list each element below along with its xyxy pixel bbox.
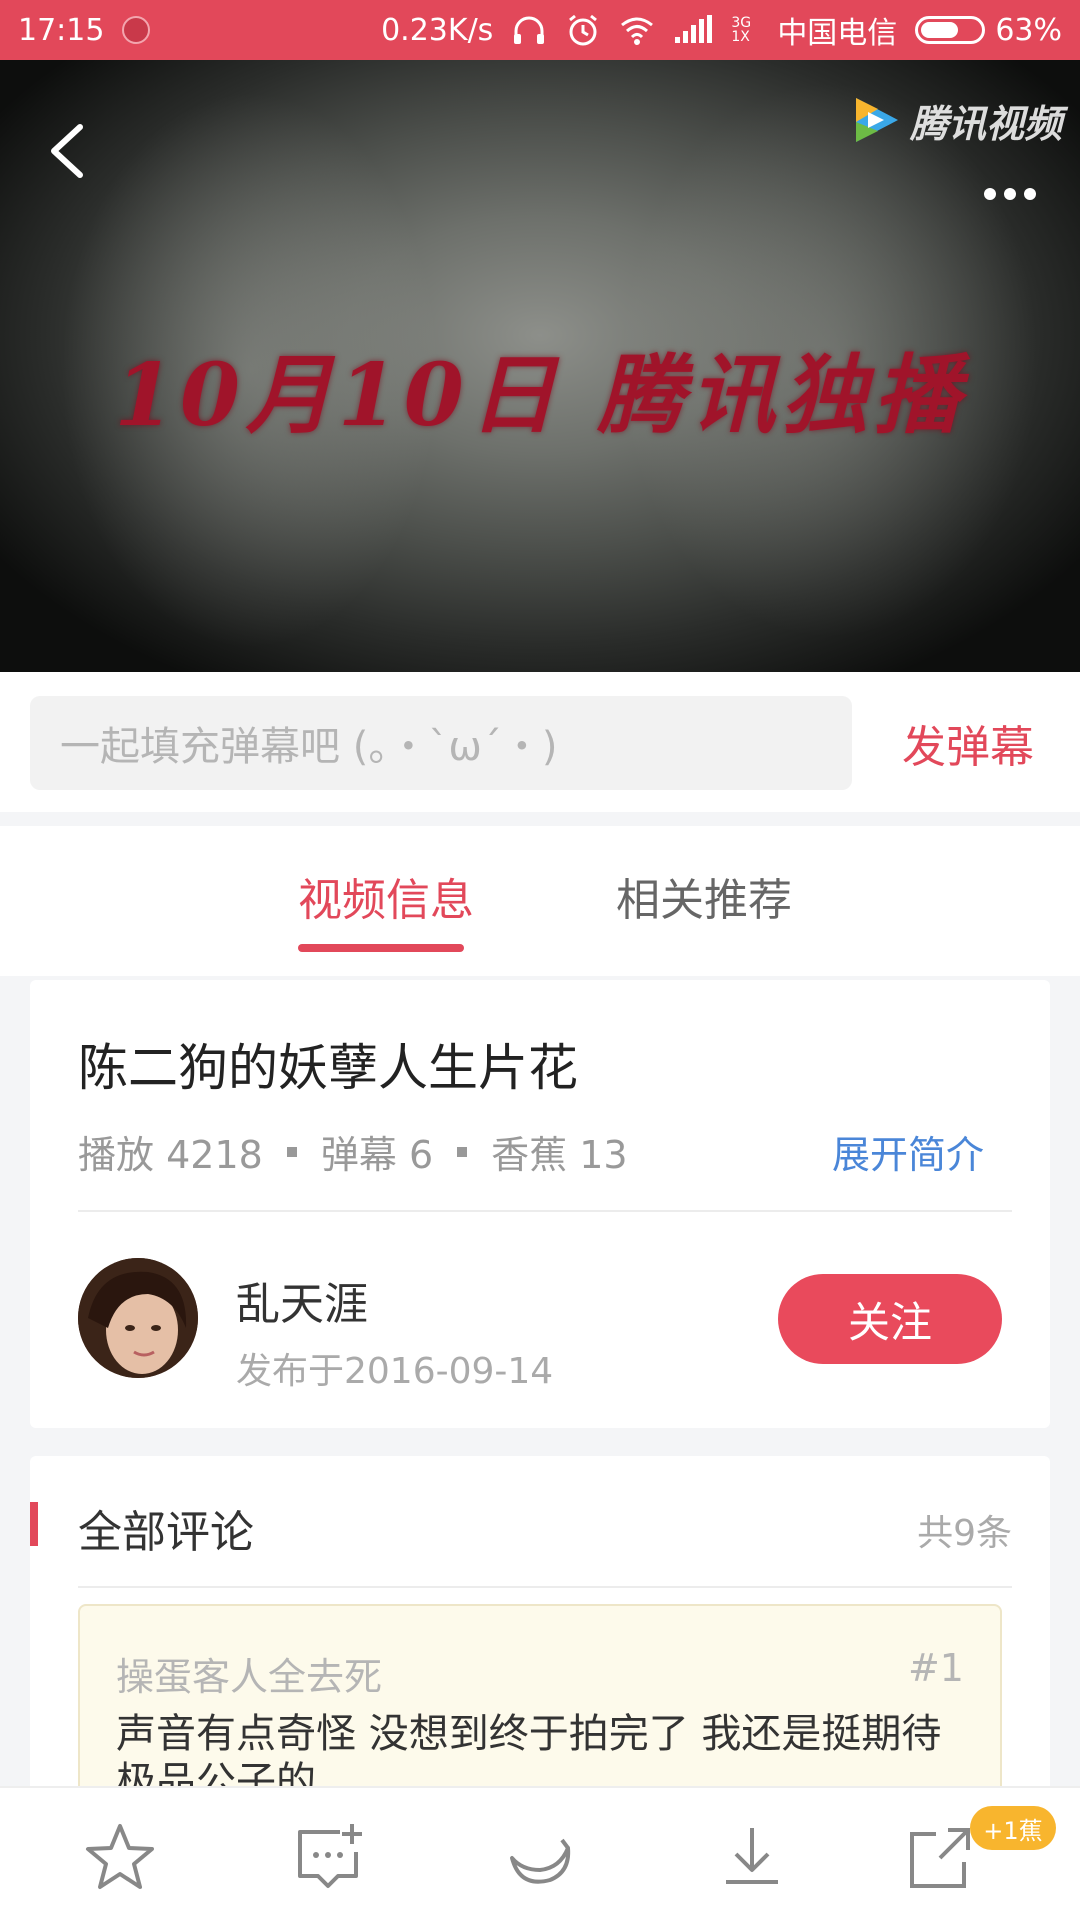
danmaku-count: 6 [408,1133,434,1177]
status-left: 17:15 [18,12,151,48]
banana-count: 13 [579,1133,628,1177]
carrier-name: 中国电信 [777,16,898,51]
download-icon[interactable] [712,1818,792,1898]
danmaku-row: 一起填充弹幕吧 (。・`ω´・) 发弹幕 [0,672,1080,812]
dot [1004,188,1016,200]
send-danmaku-button[interactable]: 发弹幕 [902,696,1034,790]
back-chevron-icon[interactable] [40,115,100,185]
comments-title: 全部评论 [78,1507,254,1558]
battery-icon [915,16,986,44]
video-info-card: 陈二狗的妖孽人生片花 播放 4218 弹幕 6 香蕉 13 展开简介 乱天涯 发… [30,980,1050,1428]
video-stats: 播放 4218 弹幕 6 香蕉 13 [78,1124,628,1179]
battery-percent: 63% [995,12,1062,48]
section-marker [30,1502,38,1546]
danmaku-stat: 弹幕 6 [321,1124,433,1179]
more-dots-icon[interactable] [984,188,1036,200]
play-label: 播放 [78,1133,155,1177]
alarm-icon [569,14,598,46]
banana-reward-badge: +1蕉 [970,1806,1056,1850]
battery: 63% [915,13,1062,48]
play-stat: 播放 4218 [78,1124,263,1179]
status-right: 0.23K/s 3G 1X 中国电信 63% [381,8,1062,52]
signal-icon [675,15,713,43]
tencent-video-play-icon [856,98,898,142]
video-player[interactable]: 10月10日 腾讯独播 腾讯视频 [0,60,1080,672]
network-speed: 0.23K/s [381,12,494,48]
brand-label: 腾讯视频 [910,101,1063,146]
comments-count: 共9条 [917,1513,1012,1554]
tab-video-info[interactable]: 视频信息 [298,864,474,928]
status-time: 17:15 [18,12,105,48]
author-name[interactable]: 乱天涯 [236,1268,368,1332]
headphones-icon [514,16,545,44]
separator [457,1146,468,1157]
danmaku-input[interactable]: 一起填充弹幕吧 (。・`ω´・) [30,696,852,790]
banana-stat: 香蕉 13 [491,1124,627,1179]
dot [1024,188,1036,200]
wifi-icon [621,17,654,45]
divider [78,1210,1012,1212]
comment-add-icon[interactable] [290,1818,370,1898]
bottom-action-bar: +1蕉 [0,1786,1080,1922]
video-title: 陈二狗的妖孽人生片花 [78,1039,578,1097]
avatar[interactable] [78,1258,198,1378]
avatar-portrait [78,1258,198,1378]
play-count: 4218 [166,1133,263,1177]
tab-active-indicator [298,944,464,952]
star-icon[interactable] [80,1818,160,1898]
banana-icon[interactable] [500,1818,580,1898]
separator [286,1146,297,1157]
network-type: 3G 1X [731,15,752,45]
status-bar: 17:15 0.23K/s 3G 1X 中国电信 63% [0,0,1080,60]
dot [984,188,996,200]
danmaku-label: 弹幕 [320,1133,397,1177]
tencent-video-logo: 腾讯视频 [848,92,1062,148]
follow-button[interactable]: 关注 [778,1274,1002,1364]
tab-bar: 视频信息 相关推荐 [0,826,1080,976]
video-frame-caption: 10月10日 腾讯独播 [114,345,966,446]
record-indicator-icon [122,16,151,44]
divider [78,1586,1012,1588]
expand-description-link[interactable]: 展开简介 [832,1124,984,1179]
banana-label: 香蕉 [491,1133,568,1177]
tab-related[interactable]: 相关推荐 [616,864,792,928]
comment-user[interactable]: 操蛋客人全去死 [116,1646,382,1701]
comment-index: #1 [907,1646,964,1690]
battery-fill [921,22,959,38]
share-icon[interactable] [900,1818,980,1898]
publish-date: 发布于2016-09-14 [236,1351,554,1392]
